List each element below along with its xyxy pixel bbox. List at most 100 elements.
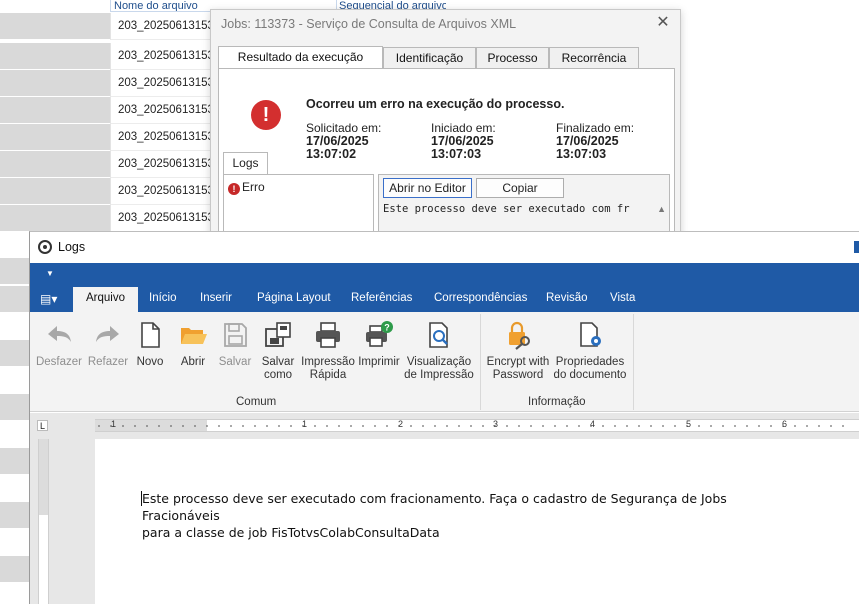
group-separator <box>633 314 634 410</box>
save-icon <box>224 323 247 347</box>
tab-pagina-layout[interactable]: Página Layout <box>257 292 331 304</box>
document-text-line-2: para a classe de job FisTotvsColabConsul… <box>142 525 440 540</box>
group-label-common: Comum <box>236 396 277 408</box>
row-cell <box>0 124 110 151</box>
open-in-editor-button[interactable]: Abrir no Editor <box>383 178 472 198</box>
column-header-file-name[interactable]: Nome do arquivo <box>110 0 210 12</box>
scroll-up-icon[interactable]: ▲ <box>657 204 666 214</box>
print-icon: ? <box>366 321 393 347</box>
job-dialog: Jobs: 113373 - Serviço de Consulta de Ar… <box>210 9 681 241</box>
row-cell <box>0 340 30 366</box>
save-as-icon <box>265 322 291 347</box>
file-name-cell: 203_202506131537 <box>110 13 210 40</box>
file-menu-icon[interactable]: ▤▾ <box>40 292 57 306</box>
row-cell <box>0 286 30 312</box>
customize-toolbar-icon[interactable]: ▼ <box>46 269 54 278</box>
tab-execution-result[interactable]: Resultado da execução <box>218 46 383 69</box>
print-preview-button[interactable]: Visualização de Impressão <box>404 320 474 390</box>
new-document-icon <box>141 322 160 348</box>
save-label: Salvar <box>218 356 252 368</box>
quick-print-icon <box>316 322 340 348</box>
tab-revisao[interactable]: Revisão <box>546 292 588 304</box>
row-cell <box>0 70 110 97</box>
redo-button[interactable]: Refazer <box>86 320 130 390</box>
file-name-cell: 203_202506131537 <box>110 205 210 232</box>
vertical-ruler[interactable] <box>38 439 49 604</box>
new-button[interactable]: Novo <box>132 320 168 390</box>
row-cell <box>0 394 30 420</box>
quick-print-label-2: Rápida <box>309 369 347 381</box>
requested-block: Solicitado em: 17/06/2025 13:07:02 <box>306 122 381 161</box>
finished-block: Finalizado em: 17/06/2025 13:07:03 <box>556 122 634 161</box>
window-control-button[interactable] <box>854 241 859 253</box>
error-icon: ! <box>251 100 281 130</box>
list-item[interactable]: ! Erro <box>228 180 265 195</box>
dialog-title: Jobs: 113373 - Serviço de Consulta de Ar… <box>221 17 517 31</box>
error-message: Ocorreu um erro na execução do processo. <box>306 97 565 111</box>
tab-recurrence[interactable]: Recorrência <box>549 47 639 68</box>
tab-logs[interactable]: Logs <box>223 152 268 174</box>
file-name-cell: 203_202506131537 <box>110 43 210 70</box>
tab-process[interactable]: Processo <box>476 47 549 68</box>
row-cell <box>0 448 30 474</box>
tab-inicio[interactable]: Início <box>149 292 177 304</box>
file-name-cell: 203_202506131537 <box>110 124 210 151</box>
tab-inserir[interactable]: Inserir <box>200 292 232 304</box>
save-as-button[interactable]: Salvar como <box>256 320 300 390</box>
quick-print-button[interactable]: Impressão Rápida <box>300 320 356 390</box>
requested-time: 13:07:02 <box>306 147 357 161</box>
print-preview-label-1: Visualização <box>406 356 472 368</box>
document-area: L 1 1 2 3 4 5 6 Este processo deve ser e… <box>30 413 859 604</box>
file-name-cell: 203_202506131537 <box>110 178 210 205</box>
undo-button[interactable]: Desfazer <box>35 320 83 390</box>
save-as-label-2: como <box>263 369 293 381</box>
file-name-cell: 203_202506131537 <box>110 70 210 97</box>
row-cell <box>0 205 110 232</box>
redo-label: Refazer <box>87 356 129 368</box>
close-icon[interactable]: ✕ <box>654 14 672 32</box>
horizontal-ruler[interactable]: 1 1 2 3 4 5 6 <box>95 419 859 432</box>
tab-identification[interactable]: Identificação <box>383 47 476 68</box>
doc-props-label-2: do documento <box>553 369 627 381</box>
group-separator <box>480 314 481 410</box>
finished-time: 13:07:03 <box>556 147 607 161</box>
log-text[interactable]: Este processo deve ser executado com fr <box>383 203 663 215</box>
doc-props-label-1: Propriedades <box>555 356 625 368</box>
undo-label: Desfazer <box>35 356 83 368</box>
open-label: Abrir <box>180 356 206 368</box>
copy-button[interactable]: Copiar <box>476 178 564 198</box>
undo-icon <box>48 326 71 342</box>
encrypt-label-2: Password <box>492 369 544 381</box>
ruler-ticks <box>98 425 844 427</box>
quick-print-label-1: Impressão <box>301 356 355 368</box>
open-button[interactable]: Abrir <box>175 320 211 390</box>
row-cell <box>0 151 110 178</box>
tab-correspondencias[interactable]: Correspondências <box>434 292 527 304</box>
logs-window: Logs ▼ ▤▾ Arquivo Início Inserir Página … <box>29 231 859 604</box>
row-cell <box>0 258 30 284</box>
document-properties-icon <box>580 322 601 347</box>
document-body[interactable]: Este processo deve ser executado com fra… <box>142 490 792 541</box>
tab-vista[interactable]: Vista <box>610 292 635 304</box>
started-time: 13:07:03 <box>431 147 482 161</box>
document-properties-button[interactable]: Propriedades do documento <box>553 320 627 390</box>
quick-access-toolbar: ▼ <box>30 263 859 287</box>
tab-selector-icon[interactable]: L <box>37 420 48 431</box>
group-label-information: Informação <box>528 396 586 408</box>
lock-key-icon <box>509 321 530 350</box>
encrypt-label-1: Encrypt with <box>486 356 550 368</box>
file-name-cell: 203_202506131537 <box>110 151 210 178</box>
document-text-line-1: Este processo deve ser executado com fra… <box>142 491 727 523</box>
row-cell <box>0 97 110 124</box>
row-cell <box>0 556 30 582</box>
new-label: Novo <box>136 356 164 368</box>
ribbon-panel: Desfazer Refazer Novo Abrir Salvar Salva… <box>30 312 859 412</box>
tab-referencias[interactable]: Referências <box>351 292 412 304</box>
ruler-margin <box>39 439 48 515</box>
save-button[interactable]: Salvar <box>217 320 253 390</box>
tab-arquivo[interactable]: Arquivo <box>73 287 138 312</box>
print-button[interactable]: ? Imprimir <box>358 320 400 390</box>
started-block: Iniciado em: 17/06/2025 13:07:03 <box>431 122 496 161</box>
encrypt-with-password-button[interactable]: Encrypt with Password <box>485 320 551 390</box>
open-folder-icon <box>181 328 207 344</box>
